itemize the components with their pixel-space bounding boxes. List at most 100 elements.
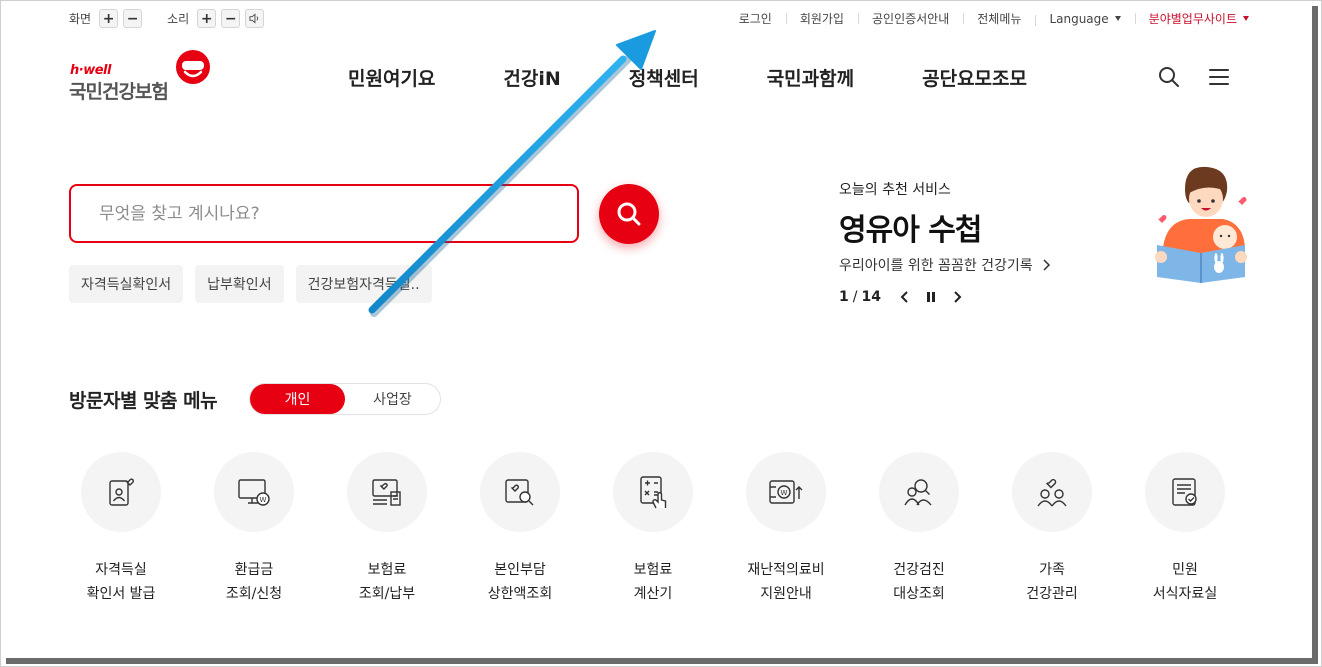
accessibility-controls: 화면 + − 소리 + −: [69, 9, 289, 28]
qm-icon-wrap: [347, 452, 427, 532]
qm-icon-wrap: W: [214, 452, 294, 532]
quick-menu-item[interactable]: 본인부담 상한액조회: [480, 452, 560, 606]
quick-menu-label: 보험료 계산기: [633, 562, 673, 602]
all-menu-link[interactable]: 전체메뉴: [963, 10, 1035, 27]
quick-menu-label: 본인부담 상한액조회: [487, 562, 553, 602]
nhis-logo[interactable]: h·well 국민건강보험: [69, 49, 219, 103]
quick-menu-label: 환급금 조회/신청: [225, 562, 283, 602]
next-button[interactable]: [951, 290, 963, 304]
tab-business[interactable]: 사업장: [345, 384, 440, 414]
qm-icon-wrap: W: [746, 452, 826, 532]
popular-keywords: 자격득실확인서 납부확인서 건강보험자격득실..: [69, 265, 444, 303]
nav-civil-service[interactable]: 민원여기요: [348, 64, 435, 91]
business-sites-select[interactable]: 분야별업무사이트: [1134, 10, 1249, 27]
logo-smile-icon: [176, 50, 210, 84]
keyword-chip[interactable]: 납부확인서: [195, 265, 284, 303]
qm-icon-wrap: [1012, 452, 1092, 532]
qm-icon-wrap: [879, 452, 959, 532]
pause-icon: [926, 292, 935, 302]
svg-text:W: W: [260, 496, 267, 504]
qm-icon-wrap: [480, 452, 560, 532]
search-input[interactable]: [99, 202, 559, 226]
speaker-icon[interactable]: [245, 9, 265, 28]
frame-shadow: [1312, 6, 1318, 661]
frame-shadow-bottom: [6, 658, 1318, 664]
header-icons: [1131, 65, 1231, 89]
quick-menu-label: 가족 건강관리: [1026, 562, 1078, 602]
nav-with-people[interactable]: 국민과함께: [767, 64, 854, 91]
calculator-hand-icon: [640, 476, 667, 509]
screen-label: 화면: [69, 12, 92, 26]
quick-menu-label: 자격득실 확인서 발급: [86, 562, 156, 602]
pause-button[interactable]: [925, 290, 937, 304]
wallet-won-icon: W: [769, 480, 803, 504]
keyword-chip[interactable]: 자격득실확인서: [69, 265, 184, 303]
main-navigation: 민원여기요 건강iN 정책센터 국민과함께 공단요모조모: [348, 64, 1027, 91]
qm-icon-wrap: [613, 452, 693, 532]
svg-text:W: W: [781, 489, 788, 497]
recommend-link[interactable]: 우리아이를 위한 꼼꼼한 건강기록: [839, 255, 1053, 275]
quick-menu-label: 재난적의료비 지원안내: [747, 562, 825, 602]
quick-menu-item[interactable]: 자격득실 확인서 발급: [81, 452, 161, 606]
quick-menu-item[interactable]: 민원 서식자료실: [1145, 452, 1225, 606]
document-check-icon: [1172, 478, 1197, 506]
quick-menu-item[interactable]: 보험료 조회/납부: [347, 452, 427, 606]
recommended-service: 오늘의 추천 서비스 영유아 수첩 우리아이를 위한 꼼꼼한 건강기록 1 / …: [839, 179, 1053, 305]
tab-individual[interactable]: 개인: [250, 384, 345, 414]
quick-menu: 자격득실 확인서 발급 W 환급금 조회/신청 보험료 조회/납부 본인부담 상…: [81, 452, 1225, 606]
quick-menu-label: 건강검진 대상조회: [893, 562, 945, 602]
people-search-icon: [904, 479, 932, 506]
certificate-guide-link[interactable]: 공인인증서안내: [857, 10, 963, 27]
chevron-down-icon: [1243, 16, 1249, 21]
heart-search-icon: [505, 479, 534, 506]
quick-menu-item[interactable]: 보험료 계산기: [613, 452, 693, 606]
nav-about-corp[interactable]: 공단요모조모: [922, 64, 1027, 91]
prev-button[interactable]: [899, 290, 911, 304]
quick-menu-item[interactable]: W 재난적의료비 지원안내: [746, 452, 826, 606]
family-heart-icon: [1037, 479, 1067, 507]
top-utility-links: 로그인 회원가입 공인인증서안내 전체메뉴 Language 분야별업무사이트: [725, 10, 1249, 27]
monitor-won-icon: W: [238, 479, 270, 506]
qm-icon-wrap: [1145, 452, 1225, 532]
id-card-heart-icon: [109, 478, 134, 506]
search-icon[interactable]: [1157, 65, 1181, 89]
recommend-pager: 1 / 14: [839, 289, 1053, 305]
recommend-desc: 우리아이를 위한 꼼꼼한 건강기록: [839, 258, 1033, 274]
search-box: [69, 184, 579, 243]
visitor-menu-title: 방문자별 맞춤 메뉴: [69, 390, 218, 412]
recommend-label: 오늘의 추천 서비스: [839, 182, 951, 198]
screen-zoom-out-button[interactable]: −: [123, 9, 143, 28]
recommend-title[interactable]: 영유아 수첩: [839, 205, 1053, 249]
keyword-chip[interactable]: 건강보험자격득실..: [295, 265, 432, 303]
parent-reading-illustration: [1155, 166, 1247, 283]
sound-label: 소리: [167, 12, 190, 26]
chevron-right-icon: [954, 291, 962, 303]
hamburger-menu-icon[interactable]: [1207, 65, 1231, 89]
screen-zoom-in-button[interactable]: +: [99, 9, 119, 28]
volume-up-button[interactable]: +: [197, 9, 217, 28]
screen-zoom-control: 화면 + −: [69, 9, 147, 28]
quick-menu-item[interactable]: W 환급금 조회/신청: [214, 452, 294, 606]
volume-down-button[interactable]: −: [221, 9, 241, 28]
search-icon: [617, 202, 641, 226]
pager-separator: /: [852, 289, 858, 305]
pager-total: 14: [861, 289, 881, 305]
quick-menu-label: 민원 서식자료실: [1152, 562, 1218, 602]
page: 화면 + − 소리 + − 로그인 회원가입 공인인증서안내 전체메뉴 Lang…: [1, 1, 1311, 656]
bill-check-icon: [372, 479, 401, 506]
sound-control: 소리 + −: [167, 9, 269, 28]
signup-link[interactable]: 회원가입: [785, 10, 858, 27]
chevron-right-icon: [1043, 259, 1050, 271]
language-select[interactable]: Language: [1035, 12, 1134, 26]
quick-menu-item[interactable]: 건강검진 대상조회: [879, 452, 959, 606]
login-link[interactable]: 로그인: [725, 10, 786, 27]
nav-health-in[interactable]: 건강iN: [503, 64, 560, 91]
chevron-down-icon: [1114, 15, 1121, 21]
quick-menu-label: 보험료 조회/납부: [358, 562, 416, 602]
chevron-left-icon: [900, 291, 908, 303]
qm-icon-wrap: [81, 452, 161, 532]
logo-name-text: 국민건강보험: [69, 81, 169, 103]
nav-policy-center[interactable]: 정책센터: [629, 64, 699, 91]
quick-menu-item[interactable]: 가족 건강관리: [1012, 452, 1092, 606]
search-button[interactable]: [599, 184, 659, 244]
